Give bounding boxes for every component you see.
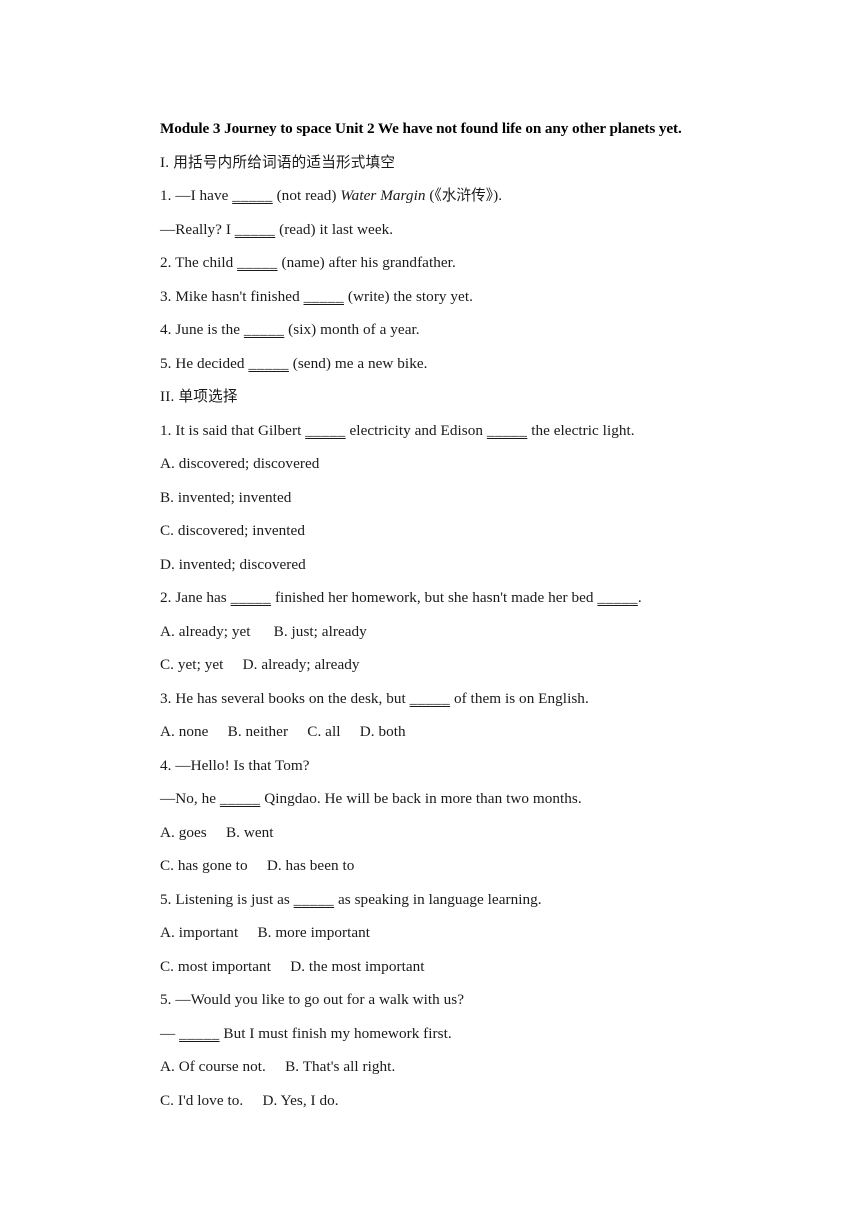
question-line: —Really? I _____ (read) it last week. — [160, 220, 394, 238]
cjk-text: 《水浒传》 — [434, 187, 494, 204]
answer-blank[interactable]: _____ — [232, 187, 272, 204]
answer-blank[interactable]: _____ — [231, 589, 271, 606]
answer-option-line: C. discovered; invented — [160, 522, 305, 539]
question-line: 4. —Hello! Is that Tom? — [160, 756, 310, 774]
answer-option-line: A. important B. more important — [160, 924, 371, 941]
answer-blank[interactable]: _____ — [179, 1025, 219, 1042]
question-line: 1. —I have _____ (not read) Water Margin… — [160, 187, 503, 204]
answer-blank[interactable]: _____ — [410, 690, 450, 707]
answer-option-line: A. goes B. went — [160, 823, 274, 841]
answer-blank[interactable]: _____ — [248, 355, 288, 372]
answer-option-line: C. I'd love to. D. Yes, I do. — [160, 1091, 339, 1109]
cjk-text: 用括号内所给词语的适当形式填空 — [173, 153, 396, 171]
answer-blank[interactable]: _____ — [235, 221, 275, 238]
answer-blank[interactable]: _____ — [244, 321, 284, 338]
cjk-text: 单项选择 — [178, 388, 238, 405]
answer-option-line: A. Of course not. B. That's all right. — [160, 1058, 396, 1075]
answer-blank[interactable]: _____ — [220, 790, 260, 807]
question-line: 1. It is said that Gilbert _____ electri… — [160, 421, 635, 439]
answer-blank[interactable]: _____ — [305, 422, 345, 439]
question-line: 5. —Would you like to go out for a walk … — [160, 991, 465, 1008]
document-content: I. 用括号内所给词语的适当形式填空 1. —I have _____ (not … — [160, 146, 700, 1118]
answer-blank[interactable]: _____ — [294, 891, 334, 908]
worksheet-page: Module 3 Journey to space Unit 2 We have… — [0, 0, 860, 1216]
answer-option-line: C. yet; yet D. already; already — [160, 656, 360, 673]
answer-option-line: A. already; yet B. just; already — [160, 622, 367, 640]
answer-option-line: D. invented; discovered — [160, 555, 306, 573]
question-line: 2. Jane has _____ finished her homework,… — [160, 589, 642, 606]
question-line: 5. Listening is just as _____ as speakin… — [160, 890, 542, 908]
answer-option-line: C. has gone to D. has been to — [160, 857, 355, 874]
answer-option-line: C. most important D. the most important — [160, 957, 425, 975]
question-line: 2. The child _____ (name) after his gran… — [160, 254, 456, 271]
question-line: 4. June is the _____ (six) month of a ye… — [160, 321, 420, 338]
answer-blank[interactable]: _____ — [237, 254, 277, 271]
answer-option-line: A. none B. neither C. all D. both — [160, 723, 406, 740]
answer-option-line: B. invented; invented — [160, 488, 292, 506]
italic-title: Water Margin — [340, 187, 426, 204]
question-line: — _____ But I must finish my homework fi… — [160, 1024, 452, 1042]
question-line: 3. Mike hasn't finished _____ (write) th… — [160, 287, 473, 305]
answer-blank[interactable]: _____ — [304, 288, 344, 305]
question-line: 3. He has several books on the desk, but… — [160, 689, 589, 707]
section-heading: II. 单项选择 — [160, 388, 238, 405]
answer-option-line: A. discovered; discovered — [160, 455, 320, 472]
document-title: Module 3 Journey to space Unit 2 We have… — [160, 120, 682, 137]
question-line: 5. He decided _____ (send) me a new bike… — [160, 354, 428, 372]
question-line: —No, he _____ Qingdao. He will be back i… — [160, 790, 582, 807]
document-body: Module 3 Journey to space Unit 2 We have… — [160, 112, 700, 1117]
answer-blank[interactable]: _____ — [597, 589, 637, 606]
answer-blank[interactable]: _____ — [487, 422, 527, 439]
section-heading: I. 用括号内所给词语的适当形式填空 — [160, 153, 396, 171]
